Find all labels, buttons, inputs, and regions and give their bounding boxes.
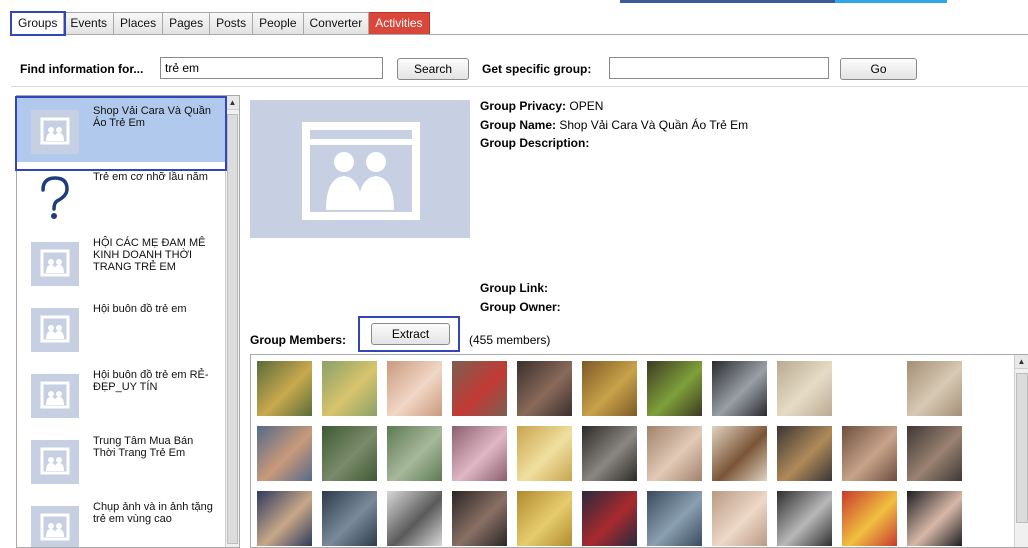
top-accent-bar-blue <box>620 0 835 3</box>
group-privacy: Group Privacy: OPEN <box>480 99 603 113</box>
member-avatar[interactable] <box>452 361 507 416</box>
member-avatar[interactable] <box>907 426 962 481</box>
tab-posts[interactable]: Posts <box>210 12 254 35</box>
members-scroll-up-arrow-icon[interactable]: ▲ <box>1015 355 1028 369</box>
member-avatar[interactable] <box>322 491 377 546</box>
find-info-label: Find information for... <box>20 62 144 76</box>
group-cover-placeholder-icon <box>250 100 470 238</box>
group-link-label: Group Link: <box>480 281 548 295</box>
group-list-item-name: Trung Tâm Mua Bán Thời Trang Trẻ Em <box>93 435 194 459</box>
group-list-item-name: Chụp ảnh và in ảnh tặng trẻ em vùng cao <box>93 501 213 525</box>
list-item[interactable]: Hội buôn đồ trẻ em RẺ-ĐẸP_UY TÍN <box>17 360 239 426</box>
specific-group-input[interactable] <box>609 57 829 79</box>
group-list-items: Shop Vải Cara Và Quần Áo Trẻ Em Trẻ em cơ… <box>17 96 239 547</box>
members-count: (455 members) <box>469 333 551 347</box>
member-avatar[interactable] <box>712 426 767 481</box>
member-avatar[interactable] <box>647 361 702 416</box>
top-accent-bar-cyan <box>835 0 947 3</box>
group-list-scrollbar[interactable]: ▲ <box>225 96 239 547</box>
member-avatar[interactable] <box>517 491 572 546</box>
member-avatar[interactable] <box>842 426 897 481</box>
member-avatar[interactable] <box>582 491 637 546</box>
list-item[interactable]: Trung Tâm Mua Bán Thời Trang Trẻ Em <box>17 426 239 492</box>
members-scrollbar[interactable]: ▲ <box>1014 355 1028 547</box>
member-avatar[interactable] <box>387 426 442 481</box>
member-avatar[interactable] <box>777 361 832 416</box>
member-avatar[interactable] <box>907 491 962 546</box>
search-input[interactable] <box>160 57 383 79</box>
member-avatar[interactable] <box>322 361 377 416</box>
group-privacy-label: Group Privacy: <box>480 99 567 113</box>
member-avatar[interactable] <box>647 491 702 546</box>
scroll-thumb[interactable] <box>227 114 238 544</box>
tab-events[interactable]: Events <box>64 12 115 35</box>
group-owner: Group Owner: <box>480 300 561 314</box>
member-avatar[interactable] <box>387 491 442 546</box>
group-list[interactable]: Shop Vải Cara Và Quần Áo Trẻ Em Trẻ em cơ… <box>16 95 240 548</box>
member-avatar[interactable] <box>387 361 442 416</box>
group-description-label: Group Description: <box>480 136 590 150</box>
member-avatar[interactable] <box>842 491 897 546</box>
member-avatar[interactable] <box>582 361 637 416</box>
go-button[interactable]: Go <box>840 58 917 80</box>
member-avatar[interactable] <box>452 491 507 546</box>
members-panel[interactable]: ▲ <box>250 354 1028 548</box>
group-description: Group Description: <box>480 136 589 150</box>
tab-divider <box>11 34 1028 35</box>
group-placeholder-icon <box>31 242 79 286</box>
member-avatar[interactable] <box>322 426 377 481</box>
group-name: Group Name: Shop Vải Cara Và Quần Áo Trẻ… <box>480 118 748 132</box>
member-avatar[interactable] <box>712 361 767 416</box>
group-name-value: Shop Vải Cara Và Quần Áo Trẻ Em <box>559 118 749 132</box>
group-list-item-name: Hội buôn đồ trẻ em RẺ-ĐẸP_UY TÍN <box>93 369 209 393</box>
member-avatar[interactable] <box>647 426 702 481</box>
group-privacy-value: OPEN <box>569 99 604 113</box>
group-placeholder-icon <box>31 374 79 418</box>
list-item[interactable]: Trẻ em cơ nhỡ lầu năm <box>17 162 239 228</box>
member-avatar[interactable] <box>907 361 962 416</box>
member-avatar[interactable] <box>257 426 312 481</box>
member-avatar[interactable] <box>582 426 637 481</box>
member-avatar[interactable] <box>842 361 897 416</box>
member-avatar[interactable] <box>712 491 767 546</box>
extract-button[interactable]: Extract <box>371 323 450 345</box>
group-link: Group Link: <box>480 281 548 295</box>
members-scroll-thumb[interactable] <box>1016 373 1028 523</box>
search-divider <box>11 86 1028 87</box>
member-avatar-grid <box>257 361 962 546</box>
group-name-label: Group Name: <box>480 118 557 132</box>
group-placeholder-icon <box>31 440 79 484</box>
tab-groups[interactable]: Groups <box>11 12 65 35</box>
member-avatar[interactable] <box>777 426 832 481</box>
scroll-up-arrow-icon[interactable]: ▲ <box>226 96 239 110</box>
member-avatar[interactable] <box>257 491 312 546</box>
group-list-item-name: Hội buôn đồ trẻ em <box>93 303 187 315</box>
tab-pages[interactable]: Pages <box>163 12 211 35</box>
group-owner-label: Group Owner: <box>480 300 561 314</box>
group-placeholder-icon <box>31 110 79 154</box>
list-item[interactable]: Hội buôn đồ trẻ em <box>17 294 239 360</box>
tab-places[interactable]: Places <box>114 12 164 35</box>
list-item[interactable]: HỘI CÁC MẸ ĐAM MÊ KINH DOANH THỜI TRANG … <box>17 228 239 294</box>
tab-converter[interactable]: Converter <box>303 12 370 35</box>
group-list-item-name: Trẻ em cơ nhỡ lầu năm <box>93 171 208 183</box>
tab-activities[interactable]: Activities <box>369 12 430 35</box>
member-avatar[interactable] <box>452 426 507 481</box>
group-list-item-name: HỘI CÁC MẸ ĐAM MÊ KINH DOANH THỜI TRANG … <box>93 237 206 273</box>
tab-bar: Groups Events Places Pages Posts People Conver… <box>11 12 430 35</box>
member-avatar[interactable] <box>777 491 832 546</box>
tab-people[interactable]: People <box>253 12 304 35</box>
member-avatar[interactable] <box>257 361 312 416</box>
list-item[interactable]: Shop Vải Cara Và Quần Áo Trẻ Em <box>17 96 239 162</box>
group-members-label: Group Members: <box>250 333 347 347</box>
specific-group-label: Get specific group: <box>482 62 592 76</box>
member-avatar[interactable] <box>517 426 572 481</box>
group-placeholder-icon <box>31 506 79 547</box>
group-list-item-name: Shop Vải Cara Và Quần Áo Trẻ Em <box>93 105 212 129</box>
member-avatar[interactable] <box>517 361 572 416</box>
question-mark-icon <box>31 176 79 220</box>
search-button[interactable]: Search <box>397 58 469 80</box>
list-item[interactable]: Chụp ảnh và in ảnh tặng trẻ em vùng cao <box>17 492 239 547</box>
group-placeholder-icon <box>31 308 79 352</box>
